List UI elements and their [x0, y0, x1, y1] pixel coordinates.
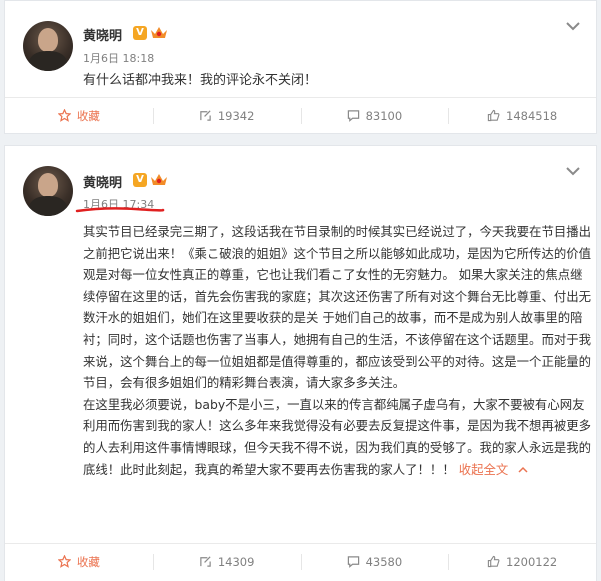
like-button[interactable]: 1200122	[448, 544, 596, 579]
avatar[interactable]	[23, 21, 73, 71]
avatar[interactable]	[23, 166, 73, 216]
post-text: 其实节目已经录完三期了，这段话我在节目录制的时候其实已经说过了，今天我要在节目播…	[83, 221, 593, 480]
favorite-button[interactable]: 收藏	[5, 544, 153, 579]
chevron-down-icon[interactable]	[564, 19, 582, 33]
comment-icon	[347, 110, 359, 122]
verified-v-icon: V	[133, 26, 147, 40]
favorite-label: 收藏	[76, 108, 100, 123]
post-card: 黄晓明 V 1月6日 18:18 有什么话都冲我来！我的评论永不关闭！ 收藏 1…	[4, 0, 597, 134]
repost-button[interactable]: 14309	[152, 544, 301, 579]
post-time[interactable]: 1月6日 18:18	[83, 50, 154, 66]
vip-crown-icon	[151, 27, 167, 38]
author-name[interactable]: 黄晓明	[83, 172, 122, 191]
chevron-down-icon[interactable]	[564, 164, 582, 178]
comment-icon	[347, 556, 359, 568]
repost-button[interactable]: 19342	[152, 98, 301, 133]
author-name[interactable]: 黄晓明	[83, 25, 122, 44]
star-icon	[57, 109, 71, 122]
repost-count: 19342	[217, 108, 255, 123]
like-count: 1484518	[506, 108, 558, 123]
like-icon	[487, 109, 500, 122]
repost-count: 14309	[217, 554, 255, 569]
verified-v-icon: V	[133, 173, 147, 187]
chevron-up-icon	[518, 466, 528, 473]
action-bar: 收藏 14309 43580 1200122	[5, 543, 596, 579]
post-text: 有什么话都冲我来！我的评论永不关闭！	[83, 73, 318, 88]
comment-button[interactable]: 83100	[300, 98, 449, 133]
red-underline-annotation	[75, 207, 165, 213]
post-paragraph: 在这里我必须要说，baby不是小三，一直以来的传言都纯属子虚乌有，大家不要被有心…	[83, 394, 593, 480]
favorite-button[interactable]: 收藏	[5, 98, 153, 133]
collapse-link[interactable]: 收起全文	[459, 462, 529, 477]
like-button[interactable]: 1484518	[448, 98, 596, 133]
star-icon	[57, 555, 71, 568]
repost-icon	[200, 556, 211, 567]
repost-icon	[200, 110, 211, 121]
comment-count: 43580	[365, 554, 403, 569]
post-card: 黄晓明 V 1月6日 17:34 其实节目已经录完三期了，这段话我在节目录制的时…	[4, 145, 597, 581]
comment-button[interactable]: 43580	[300, 544, 449, 579]
favorite-label: 收藏	[76, 554, 100, 569]
collapse-label: 收起全文	[458, 461, 509, 477]
vip-crown-icon	[151, 174, 167, 185]
post-paragraph: 其实节目已经录完三期了，这段话我在节目录制的时候其实已经说过了，今天我要在节目播…	[83, 224, 592, 391]
like-icon	[487, 555, 500, 568]
comment-count: 83100	[365, 108, 403, 123]
action-bar: 收藏 19342 83100 1484518	[5, 97, 596, 133]
like-count: 1200122	[506, 554, 558, 569]
